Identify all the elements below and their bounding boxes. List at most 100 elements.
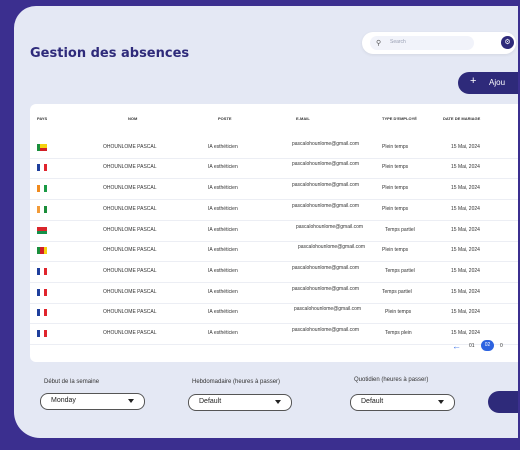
cell-date: 15 Mai, 2024 [451,268,480,274]
cell-email: pascalohounlome@gmail.com [292,182,360,188]
cell-poste: IA esthéticien [208,247,238,253]
cell-nom: OHOUNLOME PASCAL [103,206,157,212]
cell-type: Temps partiel [385,268,415,274]
cell-type: Plein temps [382,185,409,191]
cell-email: pascalohounlome@gmail.com [292,265,360,271]
table-row[interactable]: OHOUNLOME PASCAL IA esthéticien pascalohou… [30,282,518,304]
cell-nom: OHOUNLOME PASCAL [103,144,157,150]
page-01[interactable]: 01 [469,343,475,349]
cell-date: 15 Mai, 2024 [451,206,480,212]
cell-poste: IA esthéticien [208,227,238,233]
flag-france-icon [37,268,47,275]
table-row[interactable]: OHOUNLOME PASCAL IA esthéticien pascalohou… [30,302,518,324]
cell-date: 15 Mai, 2024 [451,309,480,315]
page-next[interactable]: 0 [500,343,503,349]
table-header: PAYS NOM POSTE E-MAIL TYPE D'EMPLOYÉ DAT… [30,116,518,128]
page-title: Gestion des absences [30,46,190,61]
cell-email: pascalohounlome@gmail.com [292,286,360,292]
cell-type: Plein temps [385,309,412,315]
chevron-down-icon [438,400,444,404]
table-row[interactable]: OHOUNLOME PASCAL IA esthéticien pascalohou… [30,240,518,262]
daily-hours-value: Default [361,398,384,405]
header-nom: NOM [128,116,138,121]
cell-type: Plein temps [382,206,409,212]
cell-date: 15 Mai, 2024 [451,164,480,170]
header-poste: POSTE [218,116,232,121]
cell-date: 15 Mai, 2024 [451,185,480,191]
cell-nom: OHOUNLOME PASCAL [103,289,157,295]
table-row[interactable]: OHOUNLOME PASCAL IA esthéticien pascalohou… [30,157,518,179]
cell-nom: OHOUNLOME PASCAL [103,247,157,253]
cell-type: Plein temps [382,247,409,253]
cell-email: pascalohounlome@gmail.com [298,244,366,250]
search-icon: ⚲ [376,40,382,47]
cell-email: pascalohounlome@gmail.com [292,161,360,167]
weekly-hours-value: Default [199,398,222,405]
device-frame: Gestion des absences ⚲ Search ⚙ + Ajou P… [0,0,520,450]
filter-icon[interactable]: ⚙ [501,36,514,49]
flag-france-icon [37,164,47,171]
cell-poste: IA esthéticien [208,185,238,191]
flag-ivory-coast-icon [37,185,47,192]
cell-type: Temps partiel [385,227,415,233]
header-pays: PAYS [37,116,48,121]
search-bar[interactable]: ⚲ Search ⚙ [362,32,516,54]
weekly-hours-label: Hebdomadaire (heures à passer) [192,379,281,385]
week-start-label: Début de la semaine [44,379,100,385]
app-screen: Gestion des absences ⚲ Search ⚙ + Ajou P… [14,6,518,438]
cell-poste: IA esthéticien [208,144,238,150]
header-date: DATE DE MARIAGE [443,116,481,121]
cell-email: pascalohounlome@gmail.com [292,203,360,209]
flag-france-icon [37,289,47,296]
table-row[interactable]: OHOUNLOME PASCAL IA esthéticien pascalohou… [30,220,518,242]
cell-date: 15 Mai, 2024 [451,144,480,150]
table-row[interactable]: OHOUNLOME PASCAL IA esthéticien pascalohou… [30,137,518,159]
daily-hours-label: Quotidien (heures à passer) [354,377,429,383]
flag-india-icon [37,206,47,213]
table-row[interactable]: OHOUNLOME PASCAL IA esthéticien pascalohou… [30,323,518,345]
cell-email: pascalohounlome@gmail.com [292,141,360,147]
flag-cameroon-icon [37,247,47,254]
week-start-value: Monday [51,397,76,404]
cell-nom: OHOUNLOME PASCAL [103,227,157,233]
cell-nom: OHOUNLOME PASCAL [103,268,157,274]
search-placeholder: Search [390,39,406,45]
chevron-down-icon [275,400,281,404]
cell-email: pascalohounlome@gmail.com [292,327,360,333]
flag-france-icon [37,330,47,337]
add-button-label: Ajou [489,78,506,87]
cell-poste: IA esthéticien [208,330,238,336]
flag-france-icon [37,309,47,316]
weekly-hours-select[interactable]: Default [188,394,292,411]
plus-icon: + [470,75,477,87]
chevron-down-icon [128,399,134,403]
submit-button[interactable] [488,391,518,413]
cell-nom: OHOUNLOME PASCAL [103,185,157,191]
cell-nom: OHOUNLOME PASCAL [103,309,157,315]
absences-table: PAYS NOM POSTE E-MAIL TYPE D'EMPLOYÉ DAT… [30,104,518,362]
table-row[interactable]: OHOUNLOME PASCAL IA esthéticien pascalohou… [30,178,518,200]
cell-email: pascalohounlome@gmail.com [296,224,364,230]
cell-type: Temps plein [385,330,412,336]
cell-email: pascalohounlome@gmail.com [294,306,362,312]
cell-poste: IA esthéticien [208,206,238,212]
cell-type: Temps partiel [382,289,412,295]
cell-nom: OHOUNLOME PASCAL [103,164,157,170]
cell-type: Plein temps [382,144,409,150]
add-button[interactable]: + Ajou [458,72,518,94]
page-02[interactable]: 02 [481,340,494,351]
cell-date: 15 Mai, 2024 [451,289,480,295]
cell-date: 15 Mai, 2024 [451,330,480,336]
header-type: TYPE D'EMPLOYÉ [382,116,417,121]
week-start-select[interactable]: Monday [40,393,145,410]
cell-poste: IA esthéticien [208,268,238,274]
daily-hours-select[interactable]: Default [350,394,455,411]
table-row[interactable]: OHOUNLOME PASCAL IA esthéticien pascalohou… [30,199,518,221]
search-input[interactable]: ⚲ Search [370,36,474,50]
table-row[interactable]: OHOUNLOME PASCAL IA esthéticien pascalohou… [30,261,518,283]
header-email: E-MAIL [296,116,310,121]
cell-date: 15 Mai, 2024 [451,227,480,233]
arrow-left-icon[interactable]: ← [452,341,461,351]
cell-nom: OHOUNLOME PASCAL [103,330,157,336]
flag-burkina-faso-icon [37,227,47,234]
